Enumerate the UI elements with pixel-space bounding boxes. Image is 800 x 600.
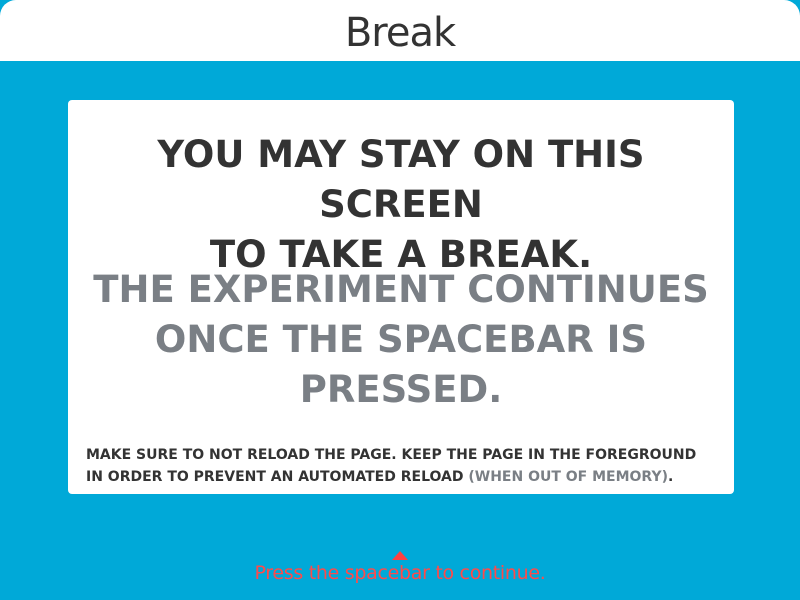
page-title: Break [344, 9, 456, 56]
caret-up-icon [392, 551, 408, 560]
break-screen: Break YOU MAY STAY ON THIS SCREEN TO TAK… [0, 0, 800, 600]
break-card: YOU MAY STAY ON THIS SCREEN TO TAKE A BR… [68, 100, 734, 494]
continue-instructions-line-2: ONCE THE SPACEBAR IS [154, 318, 648, 361]
header-bar: Break [0, 0, 800, 61]
continue-instructions-line-3: PRESSED. [299, 368, 503, 411]
reload-warning: MAKE SURE TO NOT RELOAD THE PAGE. KEEP T… [86, 444, 716, 488]
break-heading: YOU MAY STAY ON THIS SCREEN TO TAKE A BR… [86, 130, 716, 280]
reload-warning-highlight: (WHEN OUT OF MEMORY) [468, 469, 668, 485]
break-heading-line-1: YOU MAY STAY ON THIS SCREEN [157, 133, 645, 226]
continue-prompt-text: Press the spacebar to continue. [254, 562, 546, 584]
reload-warning-end: . [667, 469, 674, 485]
continue-instructions: THE EXPERIMENT CONTINUES ONCE THE SPACEB… [86, 265, 716, 415]
continue-prompt[interactable]: Press the spacebar to continue. [0, 551, 800, 584]
continue-instructions-line-1: THE EXPERIMENT CONTINUES [93, 268, 709, 311]
